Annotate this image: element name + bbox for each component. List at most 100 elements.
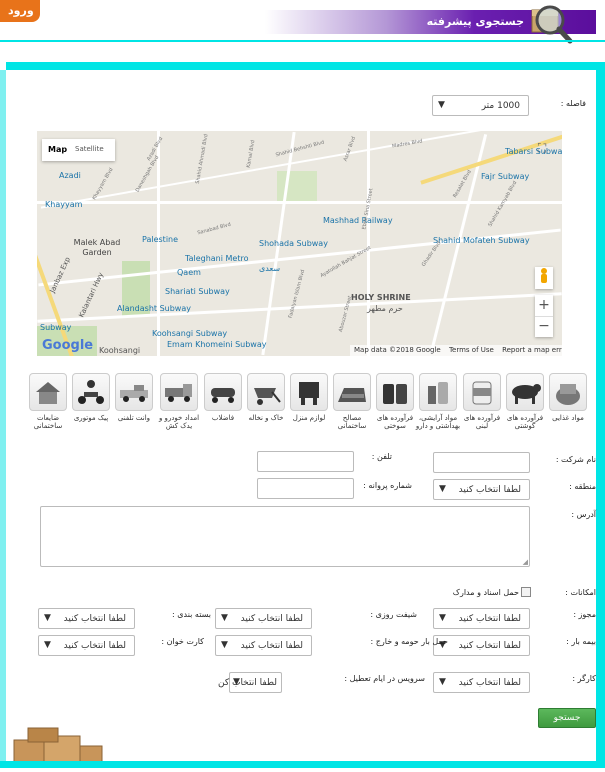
- category-dairy-products[interactable]: فرآورده های لبنی: [463, 373, 501, 430]
- motorcycle-courier-icon: [72, 373, 110, 411]
- company-name-input[interactable]: [433, 452, 530, 473]
- category-construction-waste[interactable]: ضایعات ساختمانی: [29, 373, 67, 430]
- chevron-down-icon: ▼: [438, 100, 445, 110]
- transport-select[interactable]: لطفا انتخاب کنید ▼: [215, 635, 312, 656]
- map-place-label: Koohsangi Subway: [152, 329, 228, 338]
- category-motorcycle-courier[interactable]: پیک موتوری: [72, 373, 110, 422]
- map-street-label: Madres Blvd: [391, 138, 424, 150]
- search-button[interactable]: جستجو: [538, 708, 596, 728]
- category-sewage[interactable]: فاضلاب: [204, 373, 242, 422]
- packing-select[interactable]: لطفا انتخاب کنید ▼: [38, 608, 135, 629]
- attribution-text: Map data ©2018 Google: [354, 346, 441, 354]
- content-frame-top: [6, 62, 600, 70]
- map-place-label: Azadi: [59, 171, 81, 180]
- docs-checkbox-label: حمل اسناد و مدارک: [452, 588, 519, 597]
- report-map-error-link[interactable]: Report a map error: [502, 346, 562, 354]
- map-place-label: Shohada Subway: [259, 239, 328, 248]
- map-tab-satellite[interactable]: Satellite: [75, 145, 104, 153]
- category-building-materials[interactable]: مصالح ساختمانی: [333, 373, 371, 430]
- map-tab-map[interactable]: Map: [48, 145, 67, 154]
- fuel-products-icon: [376, 373, 414, 411]
- region-select[interactable]: لطفا انتخاب کنید ▼: [433, 479, 530, 500]
- map-place-label: Fajr Subway: [481, 172, 530, 181]
- map-place-label: سعدی: [259, 264, 281, 273]
- map[interactable]: Map Satellite ⛶ Azadi Khayyam Malek Abad…: [37, 131, 562, 356]
- phone-label: تلفن :: [371, 452, 392, 461]
- map-street-label: Kamal Blvd: [245, 139, 257, 169]
- login-label: ورود: [8, 4, 34, 17]
- resize-handle-icon: ◢: [522, 558, 528, 566]
- category-tow-truck[interactable]: امداد خودرو و یدک کش: [159, 373, 199, 430]
- map-place-label: Palestine: [142, 235, 179, 244]
- category-food[interactable]: مواد غذایی: [549, 373, 587, 422]
- address-textarea[interactable]: ◢: [40, 506, 530, 567]
- login-tab[interactable]: ورود: [0, 0, 40, 22]
- permit-select[interactable]: لطفا انتخاب کنید ▼: [433, 608, 530, 629]
- facilities-label: امکانات :: [565, 588, 596, 597]
- worker-label: کارگر :: [572, 674, 596, 683]
- category-soil-debris[interactable]: خاک و نخاله: [247, 373, 285, 422]
- pegman-icon[interactable]: [535, 267, 553, 289]
- map-street-label: Shahid Kamyab Blvd: [487, 180, 519, 228]
- header-bar: ورود جستجوی پیشرفته: [0, 0, 605, 62]
- phone-input[interactable]: [257, 451, 354, 472]
- chevron-down-icon: ▼: [221, 613, 228, 623]
- distance-label: فاصله :: [560, 99, 586, 108]
- category-home-appliances[interactable]: لوازم منزل: [290, 373, 328, 422]
- content-frame-left: [0, 70, 6, 768]
- map-place-label: Janbaz Exp: [48, 255, 72, 295]
- google-logo: Google: [42, 338, 94, 353]
- search-button-label: جستجو: [553, 713, 581, 723]
- holiday-service-select[interactable]: لطفا انتخاب کن ▼: [218, 672, 282, 693]
- map-place-label: Subway: [40, 323, 72, 332]
- company-label: نام شرکت :: [555, 455, 596, 464]
- transport-label: حمل بار حومه و خارج :: [370, 637, 449, 646]
- category-meat-products[interactable]: فرآورده های گوشتی: [506, 373, 544, 430]
- map-street-label: Sanabad Blvd: [196, 221, 232, 237]
- meat-products-icon: [506, 373, 544, 411]
- card-reader-select[interactable]: لطفا انتخاب کنید ▼: [38, 635, 135, 656]
- pickup-truck-icon: [115, 373, 153, 411]
- dairy-products-icon: [463, 373, 501, 411]
- holiday-service-label: سرویس در ایام تعطیل :: [344, 674, 425, 683]
- category-pickup-truck[interactable]: وانت تلفنی: [115, 373, 153, 422]
- distance-select[interactable]: 1000 متر ▼: [432, 95, 529, 116]
- map-type-control: Map Satellite: [42, 139, 115, 161]
- zoom-out-button[interactable]: −: [535, 317, 553, 337]
- map-place-label: Khayyam: [45, 200, 83, 209]
- zoom-control: + −: [535, 295, 553, 337]
- category-cosmetics[interactable]: مواد آرایشی، بهداشتی و دارو: [416, 373, 460, 430]
- worker-select[interactable]: لطفا انتخاب کنید ▼: [433, 672, 530, 693]
- chevron-down-icon: ▼: [439, 613, 446, 623]
- terms-link[interactable]: Terms of Use: [449, 346, 494, 354]
- permit-label: مجوز :: [573, 610, 596, 619]
- license-label: شماره پروانه :: [363, 481, 412, 490]
- sewage-icon: [204, 373, 242, 411]
- map-street-label: Shahid Behshti Blvd: [275, 139, 326, 159]
- building-materials-icon: [333, 373, 371, 411]
- construction-waste-icon: [29, 373, 67, 411]
- address-label: آدرس :: [571, 510, 596, 519]
- shift-select[interactable]: لطفا انتخاب کنید ▼: [215, 608, 312, 629]
- map-place-label: Tabarsi Subway: [505, 147, 562, 156]
- chevron-down-icon: ▼: [439, 484, 446, 494]
- chevron-down-icon: ▼: [44, 640, 51, 650]
- zoom-in-button[interactable]: +: [535, 295, 553, 317]
- license-number-input[interactable]: [257, 478, 354, 499]
- packing-label: بسته بندی :: [172, 610, 211, 619]
- home-appliances-icon: [290, 373, 328, 411]
- soil-debris-icon: [247, 373, 285, 411]
- map-street-label: Abouzar Street: [337, 295, 354, 333]
- map-place-label: Shahid Mofateh Subway: [433, 236, 530, 245]
- map-street-label: Fadaiyan Islam Blvd: [287, 269, 307, 319]
- map-place-label: Alandasht Subway: [117, 304, 191, 313]
- map-place-label: Koohsangi: [99, 346, 141, 355]
- chevron-down-icon: ▼: [44, 613, 51, 623]
- tow-truck-icon: [160, 373, 198, 411]
- map-place-label: Shariati Subway: [165, 287, 230, 296]
- docs-checkbox[interactable]: [521, 587, 531, 597]
- map-attribution: Map data ©2018 Google Terms of Use Repor…: [350, 345, 562, 356]
- category-fuel-products[interactable]: فرآورده های سوختی: [376, 373, 414, 430]
- cosmetics-icon: [419, 373, 457, 411]
- map-place-label: Emam Khomeini Subway: [167, 340, 267, 349]
